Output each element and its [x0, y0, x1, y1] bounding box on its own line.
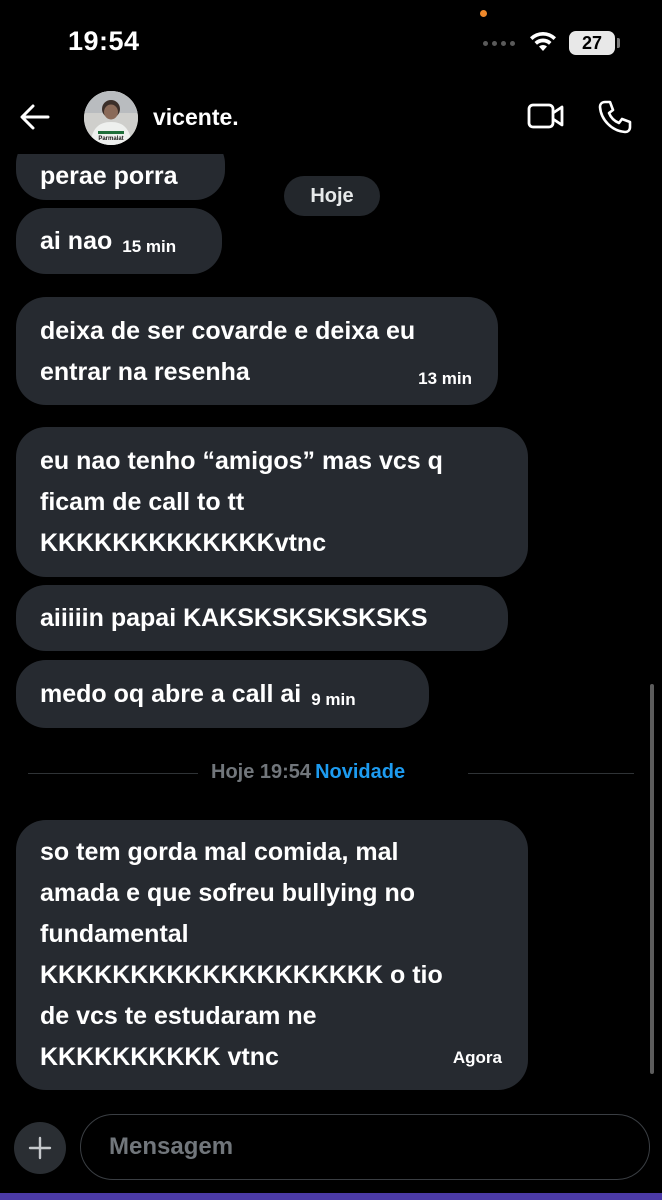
message-line: de vcs te estudaram ne — [40, 1002, 317, 1030]
message-text: medo oq abre a call ai — [40, 679, 302, 708]
add-attachment-button[interactable] — [14, 1122, 66, 1174]
wifi-icon — [530, 31, 556, 51]
message-text: ai nao — [40, 226, 113, 255]
divider-line-right — [468, 773, 634, 774]
message-bubble[interactable]: eu nao tenho “amigos” mas vcs q ficam de… — [16, 427, 528, 577]
message-bubble[interactable]: medo oq abre a call ai 9 min — [16, 660, 429, 728]
avatar[interactable]: Parmalat — [84, 91, 138, 145]
divider-label: Hoje 19:54 — [211, 761, 312, 783]
back-arrow-icon[interactable] — [18, 100, 52, 134]
cellular-signal-icon — [483, 41, 515, 46]
composer — [0, 1100, 662, 1200]
message-bubble[interactable]: so tem gorda mal comida, mal amada e que… — [16, 820, 528, 1090]
message-line: KKKKKKKKKK vtnc — [40, 1043, 279, 1071]
message-bubble[interactable]: aiiiiin papai KAKSKSKSKSKSKS — [16, 585, 508, 651]
message-time: 13 min — [418, 369, 472, 388]
message-line: fundamental — [40, 920, 189, 948]
message-time: 15 min — [122, 237, 177, 256]
message-bubble[interactable]: deixa de ser covarde e deixa eu entrar n… — [16, 297, 498, 405]
message-list[interactable]: Hoje perae porra ai nao 15 min deixa de … — [0, 154, 662, 1100]
message-line: so tem gorda mal comida, mal — [40, 838, 399, 866]
scrollbar[interactable] — [650, 684, 654, 1074]
message-text: aiiiiin papai KAKSKSKSKSKSKS — [40, 603, 428, 632]
message-bubble[interactable]: ai nao 15 min — [16, 208, 222, 274]
divider-line-left — [28, 773, 198, 774]
avatar-image: Parmalat — [84, 91, 138, 145]
status-bar: 19:54 27 — [0, 0, 662, 88]
message-line: ficam de call to tt — [40, 488, 245, 516]
message-line: KKKKKKKKKKKKKvtnc — [40, 529, 327, 557]
message-line: KKKKKKKKKKKKKKKKKKK o tio — [40, 961, 443, 989]
plus-icon — [28, 1136, 52, 1160]
new-messages-label: Novidade — [315, 761, 406, 783]
message-input[interactable] — [109, 1115, 629, 1178]
unread-divider: Hoje 19:54 Novidade — [211, 761, 405, 784]
message-time: Agora — [452, 1048, 502, 1067]
contact-name[interactable]: vicente. — [153, 104, 239, 131]
avatar-logo-text: Parmalat — [98, 136, 123, 142]
message-line: entrar na resenha — [40, 358, 250, 386]
battery-icon: 27 — [569, 31, 615, 55]
message-line: deixa de ser covarde e deixa eu — [40, 317, 416, 345]
battery-tip — [617, 38, 620, 48]
message-line: eu nao tenho “amigos” mas vcs q — [40, 447, 443, 475]
message-input-container[interactable] — [80, 1114, 650, 1180]
message-line: amada e que sofreu bullying no — [40, 879, 416, 907]
message-text: perae porra — [40, 161, 178, 190]
conversation-header: Parmalat vicente. — [0, 88, 662, 154]
date-pill: Hoje — [284, 176, 380, 216]
message-time: 9 min — [311, 690, 356, 709]
home-indicator-bar — [0, 1193, 662, 1200]
video-call-icon[interactable] — [527, 100, 565, 132]
phone-icon[interactable] — [597, 99, 633, 135]
camera-indicator-dot — [480, 10, 487, 17]
status-time: 19:54 — [68, 26, 140, 56]
message-bubble[interactable]: perae porra — [16, 154, 225, 200]
